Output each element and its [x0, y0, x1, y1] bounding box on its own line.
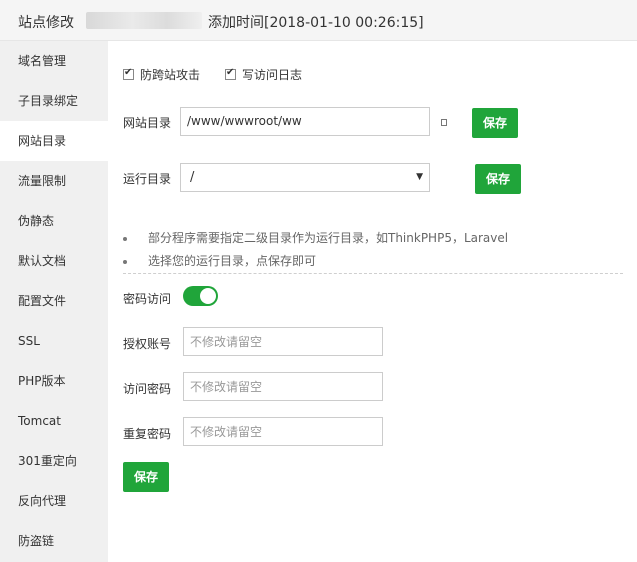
- access-log-checkbox[interactable]: [225, 67, 236, 80]
- access-log-label: 写访问日志: [242, 68, 303, 82]
- sidebar-item-traffic-limit[interactable]: 流量限制: [0, 161, 108, 201]
- password-access-label: 密码访问: [123, 292, 172, 306]
- site-dir-save-button[interactable]: 保存: [472, 108, 518, 138]
- sidebar-item-domain[interactable]: 域名管理: [0, 41, 108, 81]
- window-title-added-time: 添加时间[2018-01-10 00:26:15]: [208, 15, 424, 31]
- run-dir-select[interactable]: / ▼: [180, 163, 430, 192]
- title-bar: 站点修改 添加时间[2018-01-10 00:26:15]: [0, 0, 637, 41]
- sidebar-item-hotlink[interactable]: 防盗链: [0, 521, 108, 561]
- sidebar-item-rewrite[interactable]: 伪静态: [0, 201, 108, 241]
- run-dir-label: 运行目录: [123, 172, 172, 186]
- tip-item: 选择您的运行目录，点保存即可: [123, 252, 316, 269]
- sidebar-item-default-doc[interactable]: 默认文档: [0, 241, 108, 281]
- site-dir-label: 网站目录: [123, 116, 172, 130]
- sidebar-item-tomcat[interactable]: Tomcat: [0, 401, 108, 441]
- site-dir-input[interactable]: /www/wwwroot/ww: [180, 107, 430, 136]
- run-dir-selected: /: [190, 170, 195, 185]
- access-password-label: 访问密码: [123, 382, 172, 396]
- toggle-knob: [200, 288, 216, 304]
- sidebar-item-php-version[interactable]: PHP版本: [0, 361, 108, 401]
- caret-down-icon: ▼: [416, 172, 423, 182]
- password-save-button[interactable]: 保存: [123, 462, 169, 492]
- sidebar-item-config-file[interactable]: 配置文件: [0, 281, 108, 321]
- access-password-input[interactable]: [183, 372, 383, 401]
- bullet-icon: [123, 259, 127, 264]
- auth-account-label: 授权账号: [123, 337, 172, 351]
- bullet-icon: [123, 236, 127, 241]
- tip-item: 部分程序需要指定二级目录作为运行目录，如ThinkPHP5，Laravel: [123, 229, 508, 246]
- redacted-site-name: [86, 12, 202, 29]
- sidebar-item-site-dir[interactable]: 网站目录: [0, 121, 108, 161]
- sidebar: 域名管理 子目录绑定 网站目录 流量限制 伪静态 默认文档 配置文件 SSL P…: [0, 41, 108, 562]
- anti-xss-checkbox[interactable]: [123, 67, 134, 80]
- folder-select-icon[interactable]: [441, 119, 447, 126]
- sidebar-item-reverse-proxy[interactable]: 反向代理: [0, 481, 108, 521]
- site-dir-panel: 防跨站攻击 写访问日志 网站目录 /www/wwwroot/ww 保存 运行目录…: [108, 41, 637, 562]
- window-title-prefix: 站点修改: [18, 15, 74, 31]
- sidebar-item-redirect-301[interactable]: 301重定向: [0, 441, 108, 481]
- anti-xss-label: 防跨站攻击: [140, 68, 201, 82]
- sidebar-item-ssl[interactable]: SSL: [0, 321, 108, 361]
- anti-xss-option[interactable]: 防跨站攻击: [123, 66, 200, 83]
- repeat-password-input[interactable]: [183, 417, 383, 446]
- access-log-option[interactable]: 写访问日志: [225, 66, 302, 83]
- auth-account-input[interactable]: [183, 327, 383, 356]
- repeat-password-label: 重复密码: [123, 427, 172, 441]
- password-access-toggle[interactable]: [183, 286, 218, 306]
- divider: [123, 273, 623, 274]
- sidebar-item-subdir-binding[interactable]: 子目录绑定: [0, 81, 108, 121]
- run-dir-save-button[interactable]: 保存: [475, 164, 521, 194]
